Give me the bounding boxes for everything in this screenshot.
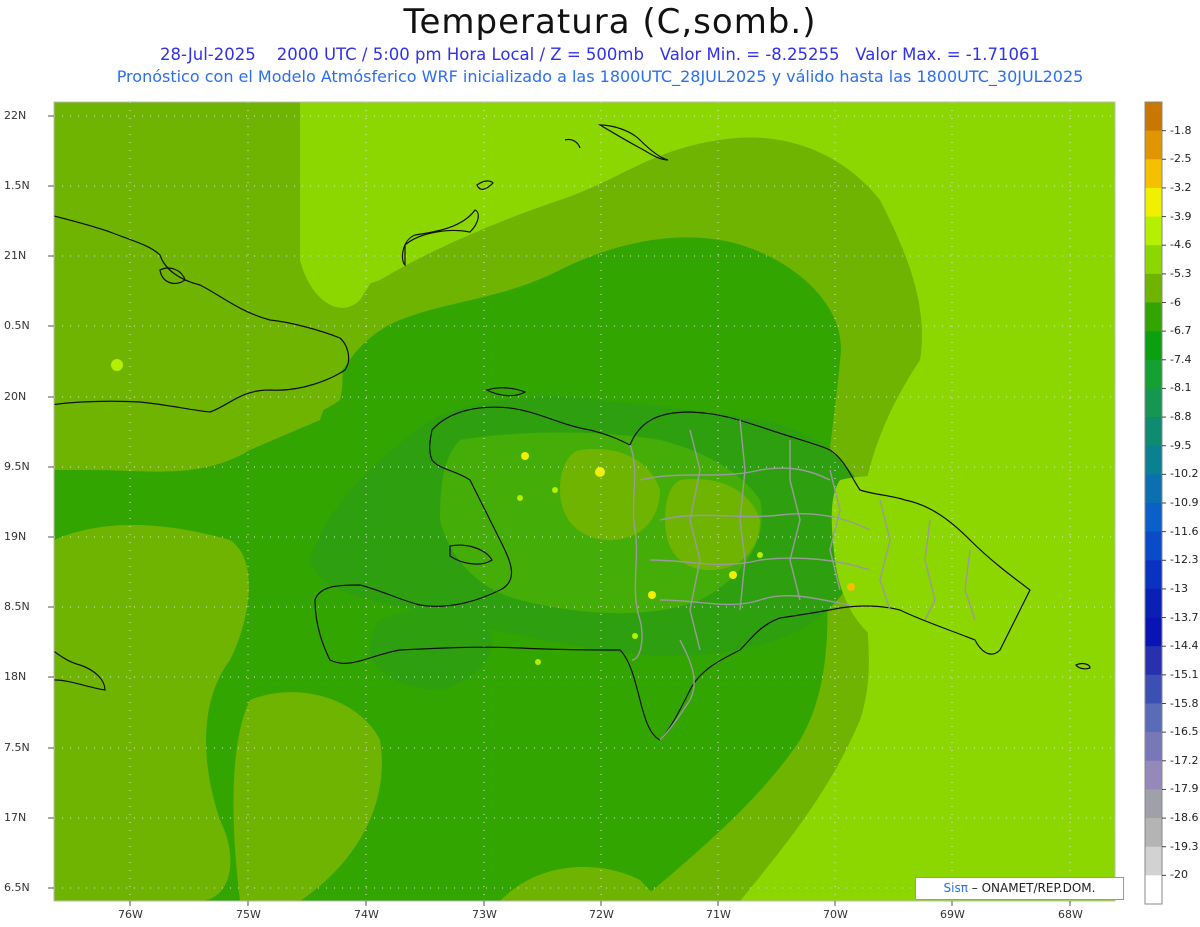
- legend-swatch: [1145, 760, 1162, 790]
- legend-label: -1.8: [1170, 123, 1192, 137]
- legend-swatch: [1145, 187, 1162, 218]
- legend-label: -5.3: [1170, 266, 1192, 280]
- legend-label: -7.4: [1170, 352, 1192, 366]
- lat-label: 0.5N: [4, 319, 30, 332]
- lat-label: 20N: [4, 390, 27, 403]
- legend-label: -17.9: [1170, 782, 1199, 796]
- sispi-logo: Sisπ: [943, 881, 968, 895]
- legend-label: -16.5: [1170, 725, 1199, 739]
- lon-label: 73W: [472, 908, 497, 921]
- legend-label: -8.8: [1170, 410, 1192, 424]
- legend-swatch: [1145, 588, 1162, 619]
- legend-label: -15.8: [1170, 696, 1199, 710]
- legend-label: -3.9: [1170, 209, 1192, 223]
- lat-label: 7.5N: [4, 741, 30, 754]
- lon-label: 71W: [706, 908, 731, 921]
- lat-label: 6.5N: [4, 881, 30, 894]
- lon-label: 72W: [589, 908, 614, 921]
- legend-swatch: [1145, 245, 1162, 275]
- legend-swatch: [1145, 846, 1162, 876]
- lat-label: 19N: [4, 530, 27, 543]
- lon-label: 69W: [940, 908, 965, 921]
- lat-label: 17N: [4, 811, 27, 824]
- lat-label: 22N: [4, 109, 27, 122]
- credit-box: Sisπ – ONAMET/REP.DOM.: [915, 877, 1124, 900]
- legend-label: -14.4: [1170, 639, 1199, 653]
- legend-swatch: [1145, 789, 1162, 819]
- legend-swatch: [1145, 617, 1162, 647]
- legend-label: -15.1: [1170, 667, 1199, 681]
- lon-label: 74W: [354, 908, 379, 921]
- legend-swatch: [1145, 273, 1162, 303]
- lat-label: 18N: [4, 670, 27, 683]
- legend-label: -10.2: [1170, 467, 1199, 481]
- legend-label: -3.2: [1170, 180, 1192, 194]
- legend-label: -17.2: [1170, 753, 1199, 767]
- legend-swatch: [1145, 388, 1162, 418]
- legend-label: -9.5: [1170, 438, 1192, 452]
- legend-swatch: [1145, 417, 1162, 447]
- legend-label: -20: [1170, 868, 1188, 882]
- legend-swatch: [1145, 674, 1162, 704]
- legend-label: -18.6: [1170, 811, 1199, 825]
- legend-swatch: [1145, 102, 1162, 132]
- legend-swatch: [1145, 359, 1162, 389]
- legend-swatch: [1145, 875, 1162, 905]
- lat-label: 8.5N: [4, 600, 30, 613]
- legend-swatch: [1145, 216, 1162, 246]
- lat-label: 21N: [4, 249, 27, 262]
- legend-swatch: [1145, 445, 1162, 475]
- lat-label: 9.5N: [4, 460, 30, 473]
- legend-label: -8.1: [1170, 381, 1192, 395]
- legend-swatch: [1145, 302, 1162, 332]
- legend-label: -13: [1170, 581, 1188, 595]
- temperature-map: [48, 101, 1166, 906]
- lat-label: 1.5N: [4, 179, 30, 192]
- credit-text: – ONAMET/REP.DOM.: [967, 881, 1096, 895]
- legend-label: -2.5: [1170, 152, 1192, 166]
- legend-label: -19.3: [1170, 839, 1199, 853]
- legend-label: -6: [1170, 295, 1181, 309]
- legend-swatch: [1145, 331, 1162, 361]
- legend-swatch: [1145, 646, 1162, 676]
- legend-swatch: [1145, 159, 1162, 189]
- lon-label: 68W: [1058, 908, 1083, 921]
- legend-swatch: [1145, 503, 1162, 533]
- legend-label: -10.9: [1170, 496, 1199, 509]
- temperature-field: [54, 102, 1115, 901]
- legend-swatch: [1145, 703, 1162, 733]
- legend-swatch: [1145, 560, 1162, 590]
- legend-label: -11.6: [1170, 524, 1199, 538]
- legend-swatch: [1145, 531, 1162, 561]
- legend-label: -4.6: [1170, 238, 1192, 252]
- legend-colorbar: [1144, 101, 1166, 905]
- lon-label: 75W: [236, 908, 261, 921]
- legend-swatch: [1145, 818, 1162, 848]
- legend-label: -12.3: [1170, 553, 1199, 567]
- lon-label: 76W: [118, 908, 143, 921]
- lon-label: 70W: [823, 908, 848, 921]
- legend-label: -6.7: [1170, 324, 1192, 338]
- legend-swatch: [1145, 732, 1162, 762]
- legend-swatch: [1145, 474, 1162, 504]
- legend-label: -13.7: [1170, 610, 1199, 624]
- legend-swatch: [1145, 130, 1162, 160]
